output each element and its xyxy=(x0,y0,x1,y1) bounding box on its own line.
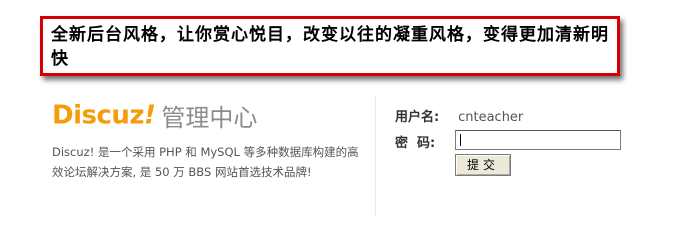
submit-button[interactable]: 提交 xyxy=(455,154,511,176)
divider xyxy=(375,96,376,216)
announcement-callout: 全新后台风格，让你赏心悦目，改变以往的凝重风格，变得更加清新明快 xyxy=(40,16,620,76)
text-caret xyxy=(460,134,461,146)
password-input[interactable] xyxy=(455,130,621,150)
logo-bang: ! xyxy=(144,100,156,131)
username-value: cnteacher xyxy=(458,110,524,125)
discuz-logo: Discuz! xyxy=(52,100,156,131)
announcement-text: 全新后台风格，让你赏心悦目，改变以往的凝重风格，变得更加清新明快 xyxy=(51,25,609,69)
console-title: 管理中心 xyxy=(161,104,258,132)
product-description: Discuz! 是一个采用 PHP 和 MySQL 等多种数据库构建的高效论坛解… xyxy=(52,145,359,179)
password-row: 密 码: xyxy=(395,132,453,151)
password-label: 密 码: xyxy=(395,136,436,151)
logo-text: Discuz xyxy=(52,100,145,131)
brand-header: Discuz! 管理中心 xyxy=(52,98,257,134)
username-label: 用户名: xyxy=(395,110,440,125)
username-row: 用户名: cnteacher xyxy=(395,106,523,125)
